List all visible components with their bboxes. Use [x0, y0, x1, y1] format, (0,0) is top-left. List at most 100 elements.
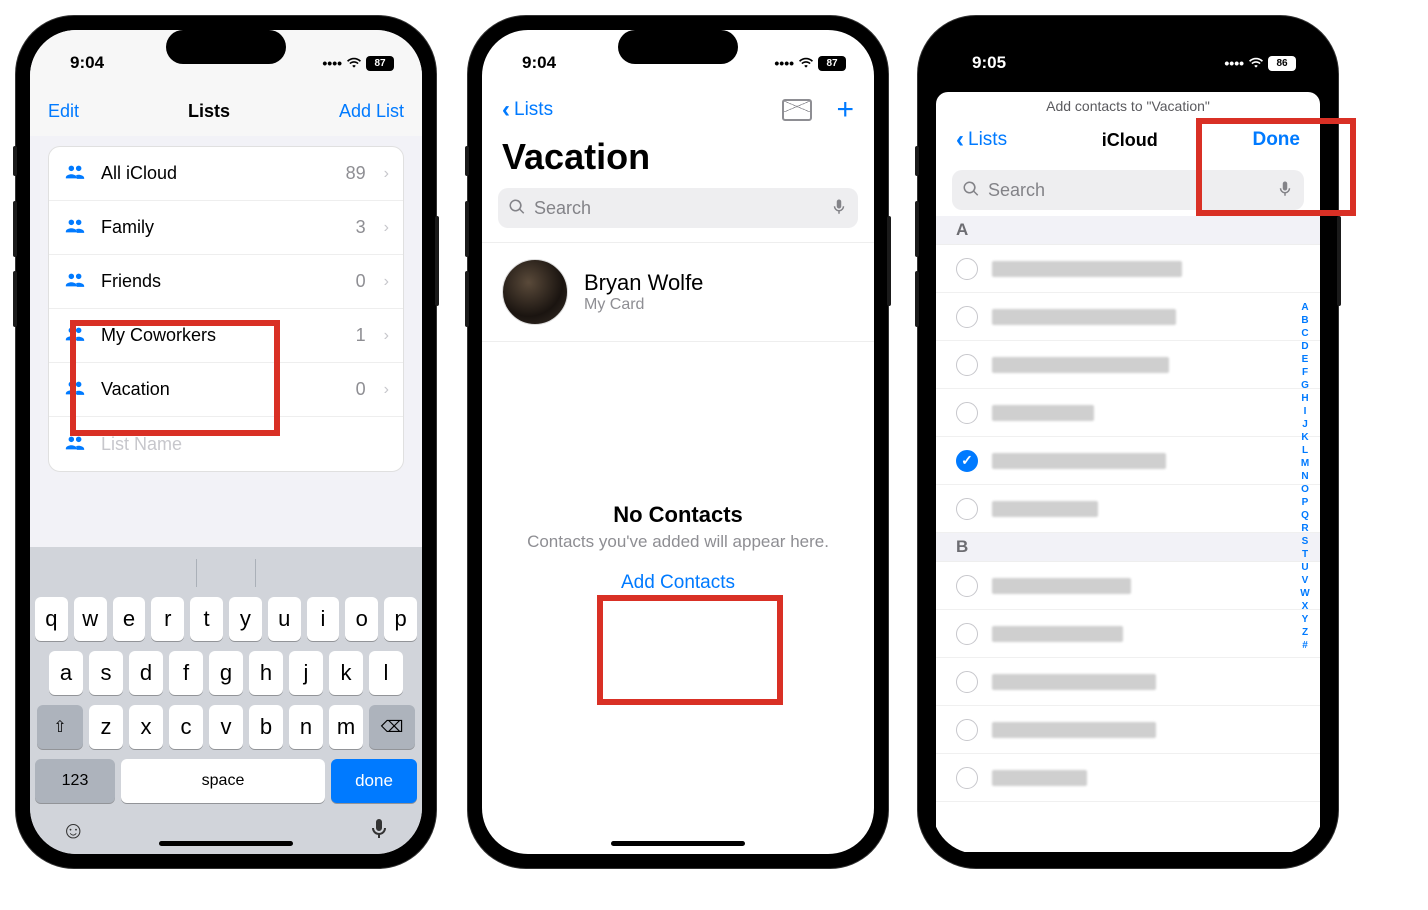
key-x[interactable]: x — [129, 705, 163, 749]
home-indicator[interactable] — [159, 841, 293, 846]
select-radio[interactable] — [956, 767, 978, 789]
space-key[interactable]: space — [121, 759, 325, 803]
edit-button[interactable]: Edit — [48, 101, 79, 122]
contact-row[interactable] — [936, 437, 1320, 485]
contact-row[interactable] — [936, 389, 1320, 437]
key-w[interactable]: w — [74, 597, 107, 641]
search-input[interactable]: Search — [498, 188, 858, 228]
key-s[interactable]: s — [89, 651, 123, 695]
back-button[interactable]: ‹ Lists — [956, 126, 1007, 154]
key-z[interactable]: z — [89, 705, 123, 749]
index-letter[interactable]: T — [1302, 549, 1308, 560]
index-letter[interactable]: A — [1301, 302, 1308, 313]
index-letter[interactable]: M — [1301, 458, 1309, 469]
search-input[interactable]: Search — [952, 170, 1304, 210]
index-letter[interactable]: J — [1302, 419, 1308, 430]
alphabet-index[interactable]: ABCDEFGHIJKLMNOPQRSTUVWXYZ# — [1298, 302, 1312, 651]
select-radio[interactable] — [956, 671, 978, 693]
contact-row[interactable] — [936, 562, 1320, 610]
contact-row[interactable] — [936, 245, 1320, 293]
key-i[interactable]: i — [307, 597, 340, 641]
new-list-placeholder[interactable]: List Name — [49, 417, 403, 471]
select-radio[interactable] — [956, 623, 978, 645]
emoji-key[interactable]: ☺ — [61, 817, 86, 846]
key-n[interactable]: n — [289, 705, 323, 749]
back-button[interactable]: ‹ Lists — [502, 96, 553, 124]
index-letter[interactable]: Z — [1302, 627, 1308, 638]
index-letter[interactable]: L — [1302, 445, 1308, 456]
index-letter[interactable]: V — [1302, 575, 1309, 586]
select-radio[interactable] — [956, 306, 978, 328]
key-f[interactable]: f — [169, 651, 203, 695]
key-p[interactable]: p — [384, 597, 417, 641]
list-row[interactable]: Vacation 0 › — [49, 363, 403, 417]
index-letter[interactable]: K — [1301, 432, 1308, 443]
list-row[interactable]: My Coworkers 1 › — [49, 309, 403, 363]
index-letter[interactable]: S — [1302, 536, 1309, 547]
key-a[interactable]: a — [49, 651, 83, 695]
keyboard[interactable]: qwertyuiop asdfghjkl ⇧ zxcvbnm ⌫ 123 spa… — [30, 547, 422, 854]
index-letter[interactable]: E — [1302, 354, 1309, 365]
mic-icon[interactable] — [830, 198, 848, 219]
key-c[interactable]: c — [169, 705, 203, 749]
key-l[interactable]: l — [369, 651, 403, 695]
contact-row[interactable] — [936, 706, 1320, 754]
add-icon[interactable]: + — [836, 93, 854, 127]
add-contacts-button[interactable]: Add Contacts — [621, 572, 735, 594]
key-g[interactable]: g — [209, 651, 243, 695]
key-h[interactable]: h — [249, 651, 283, 695]
key-k[interactable]: k — [329, 651, 363, 695]
key-y[interactable]: y — [229, 597, 262, 641]
key-v[interactable]: v — [209, 705, 243, 749]
add-list-button[interactable]: Add List — [339, 101, 404, 122]
select-radio[interactable] — [956, 498, 978, 520]
key-u[interactable]: u — [268, 597, 301, 641]
index-letter[interactable]: R — [1301, 523, 1308, 534]
list-row[interactable]: Friends 0 › — [49, 255, 403, 309]
index-letter[interactable]: N — [1301, 471, 1308, 482]
index-letter[interactable]: D — [1301, 341, 1308, 352]
index-letter[interactable]: I — [1304, 406, 1307, 417]
shift-key[interactable]: ⇧ — [37, 705, 83, 749]
index-letter[interactable]: U — [1301, 562, 1308, 573]
key-m[interactable]: m — [329, 705, 363, 749]
index-letter[interactable]: B — [1301, 315, 1308, 326]
home-indicator[interactable] — [611, 841, 745, 846]
my-card-row[interactable]: Bryan Wolfe My Card — [482, 242, 874, 342]
index-letter[interactable]: H — [1301, 393, 1308, 404]
contact-row[interactable] — [936, 754, 1320, 802]
key-d[interactable]: d — [129, 651, 163, 695]
index-letter[interactable]: Y — [1302, 614, 1309, 625]
index-letter[interactable]: F — [1302, 367, 1308, 378]
key-e[interactable]: e — [113, 597, 146, 641]
select-radio[interactable] — [956, 402, 978, 424]
list-row[interactable]: Family 3 › — [49, 201, 403, 255]
key-b[interactable]: b — [249, 705, 283, 749]
key-t[interactable]: t — [190, 597, 223, 641]
select-radio[interactable] — [956, 575, 978, 597]
mail-icon[interactable] — [782, 99, 812, 121]
index-letter[interactable]: W — [1300, 588, 1309, 599]
dictate-key[interactable] — [367, 817, 391, 846]
index-letter[interactable]: C — [1301, 328, 1308, 339]
index-letter[interactable]: O — [1301, 484, 1309, 495]
index-letter[interactable]: P — [1302, 497, 1309, 508]
key-q[interactable]: q — [35, 597, 68, 641]
select-radio[interactable] — [956, 258, 978, 280]
index-letter[interactable]: Q — [1301, 510, 1309, 521]
select-radio[interactable] — [956, 450, 978, 472]
contact-row[interactable] — [936, 658, 1320, 706]
select-radio[interactable] — [956, 354, 978, 376]
mic-icon[interactable] — [1276, 180, 1294, 201]
key-r[interactable]: r — [151, 597, 184, 641]
key-j[interactable]: j — [289, 651, 323, 695]
key-o[interactable]: o — [345, 597, 378, 641]
contact-row[interactable] — [936, 341, 1320, 389]
contact-row[interactable] — [936, 485, 1320, 533]
list-row[interactable]: All iCloud 89 › — [49, 147, 403, 201]
index-letter[interactable]: X — [1302, 601, 1309, 612]
index-letter[interactable]: # — [1302, 640, 1308, 651]
done-button[interactable]: Done — [1252, 129, 1300, 151]
numbers-key[interactable]: 123 — [35, 759, 115, 803]
done-key[interactable]: done — [331, 759, 417, 803]
